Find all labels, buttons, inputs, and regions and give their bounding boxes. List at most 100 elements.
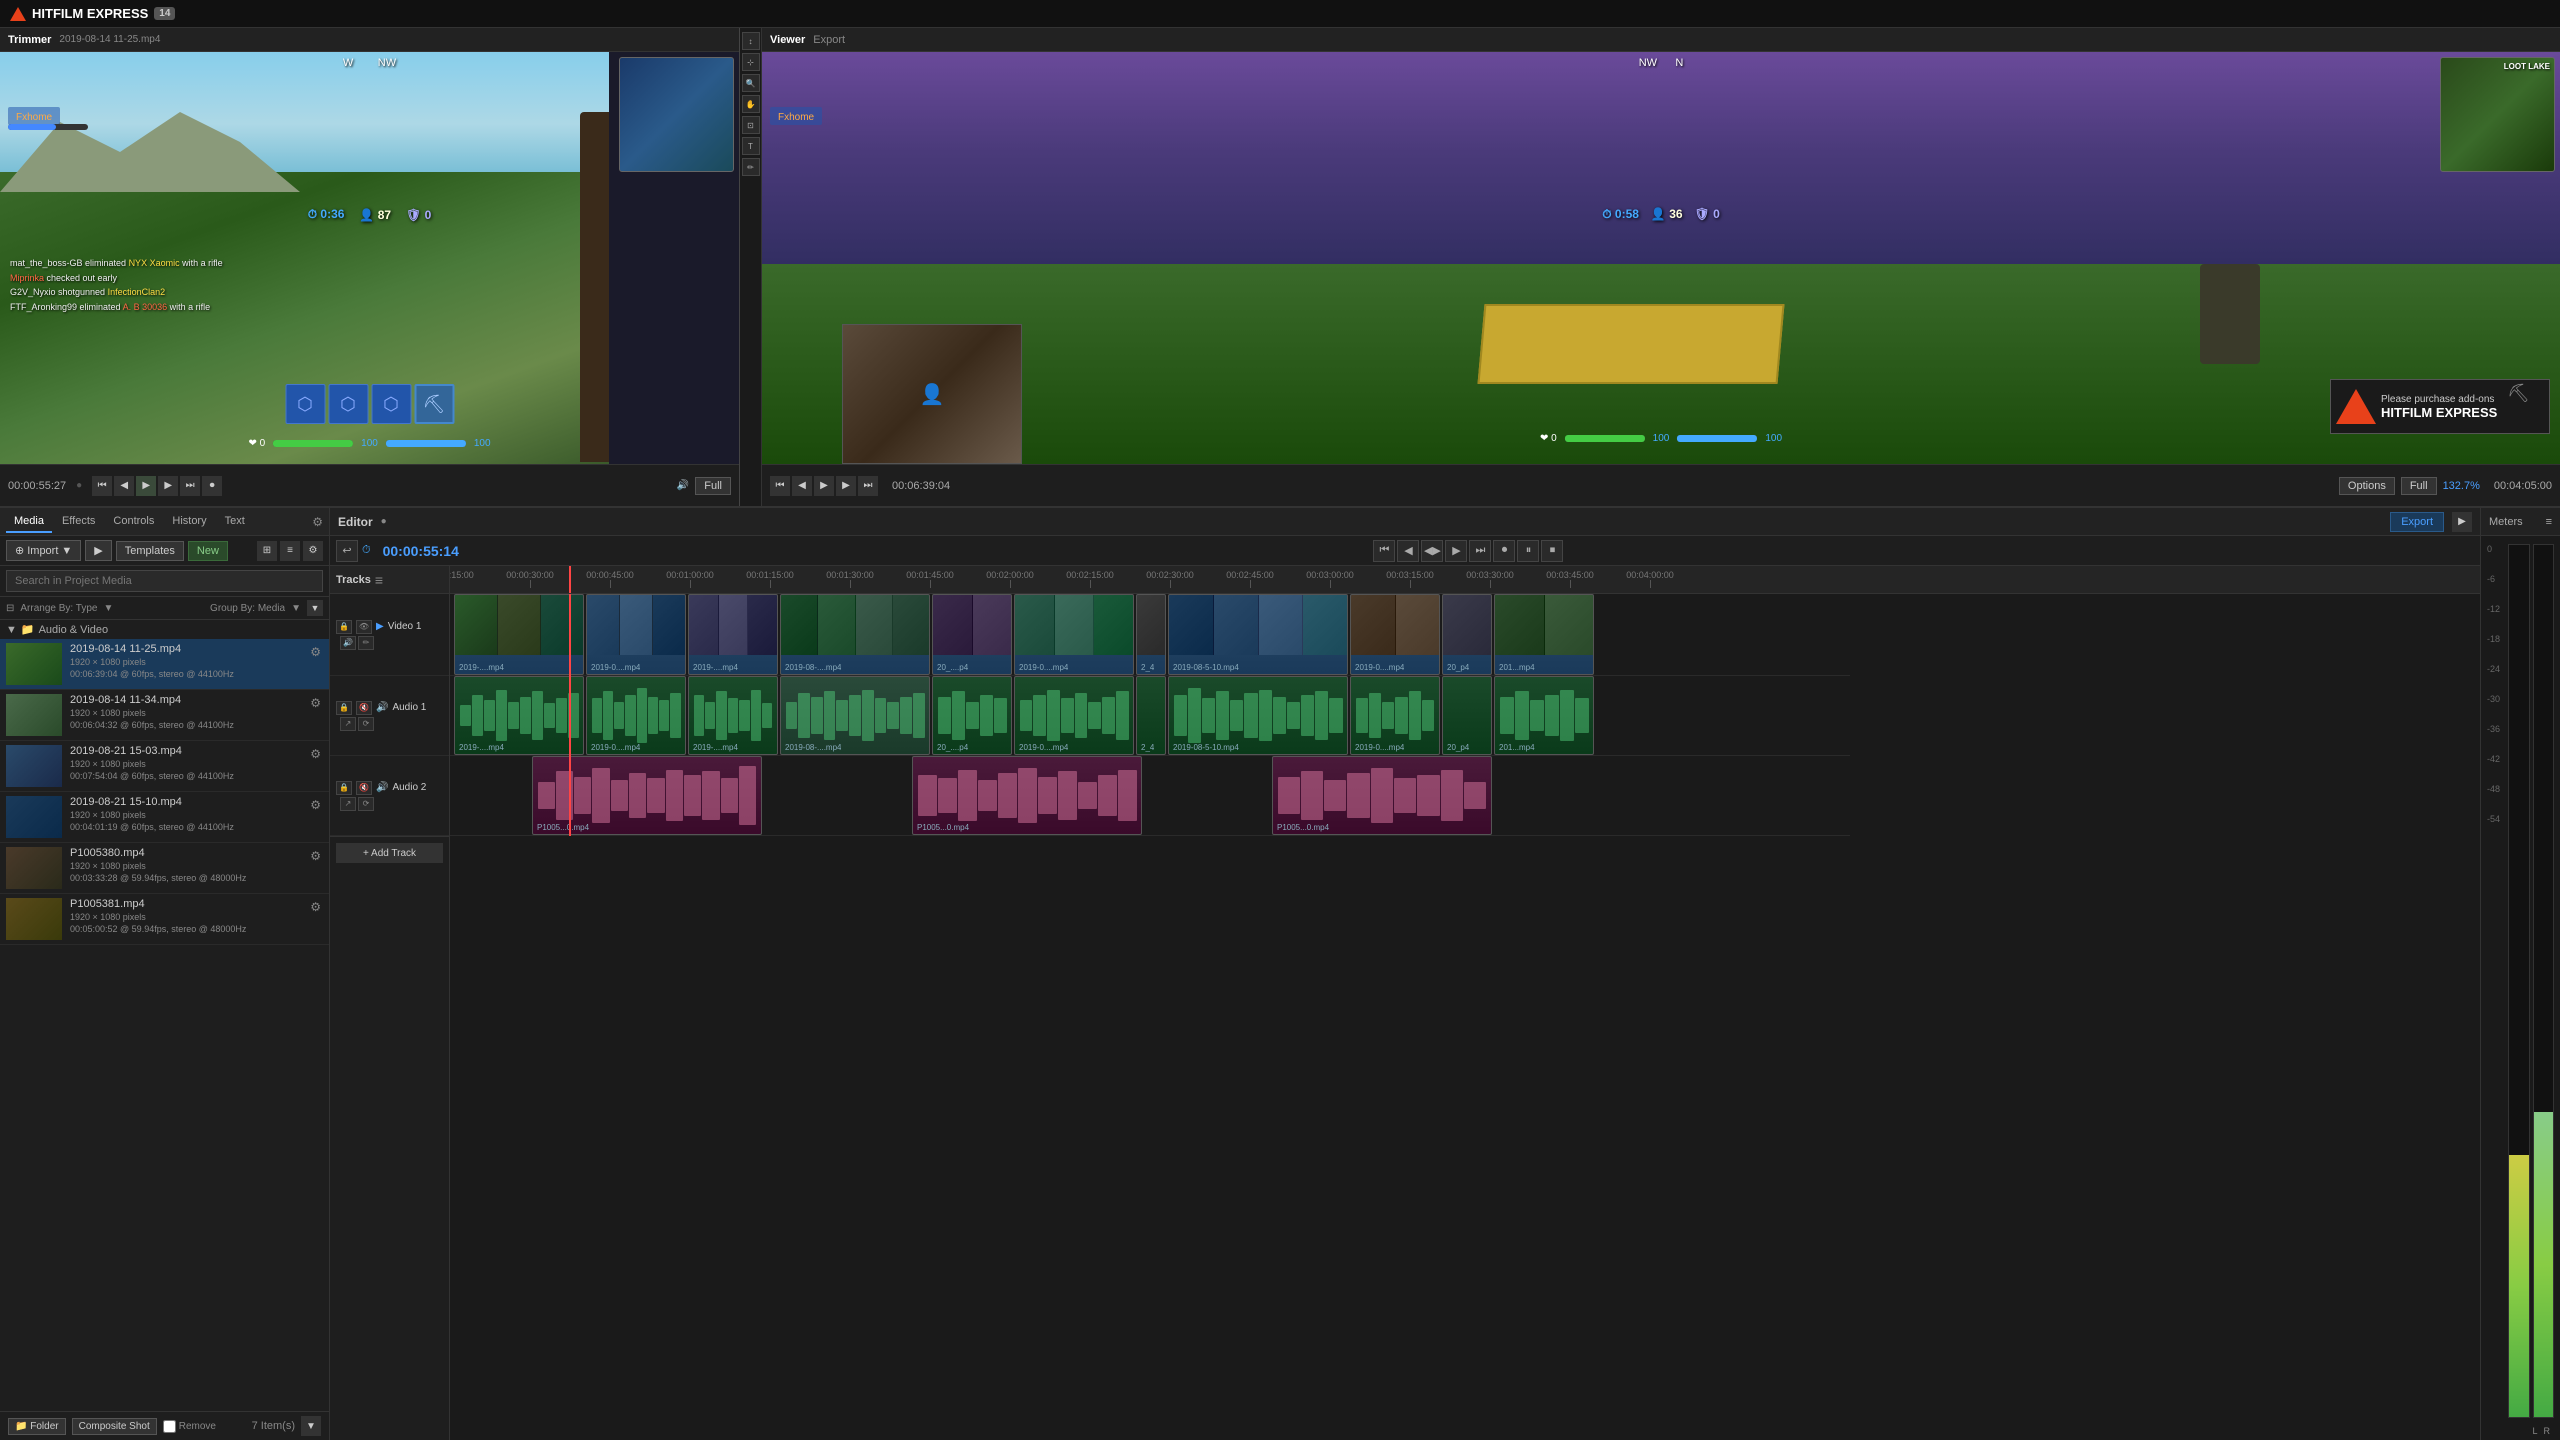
audio-clip-4[interactable]: 2019-08-....mp4 [780, 676, 930, 755]
media-item[interactable]: 2019-08-21 15-03.mp4 1920 × 1080 pixels … [0, 741, 329, 792]
video-clip-6[interactable]: 2019-0....mp4 [1014, 594, 1134, 675]
video-clip-3[interactable]: 2019-....mp4 [688, 594, 778, 675]
track-edit-btn[interactable]: ✏ [358, 636, 374, 650]
transport-btn-5[interactable]: ⏭ [1469, 540, 1491, 562]
viewer-next-btn[interactable]: ▶ [836, 476, 856, 496]
toolbar-select-btn[interactable]: ⊹ [742, 53, 760, 71]
folder-btn[interactable]: 📁 Folder [8, 1418, 66, 1435]
audio-clip-7[interactable]: 2_4 [1136, 676, 1166, 755]
video-clip-2[interactable]: 2019-0....mp4 [586, 594, 686, 675]
media-gear-icon[interactable]: ⚙ [308, 847, 323, 865]
media-item[interactable]: 2019-08-14 11-25.mp4 1920 × 1080 pixels … [0, 639, 329, 690]
remove-check[interactable] [163, 1420, 176, 1433]
undo-btn[interactable]: ↩ [336, 540, 358, 562]
audio2-clip-3[interactable]: P1005...0.mp4 [1272, 756, 1492, 835]
audio-fade-btn[interactable]: ↗ [340, 717, 356, 731]
transport-btn-7[interactable]: ⏸ [1517, 540, 1539, 562]
audio2-fade-btn[interactable]: ↗ [340, 797, 356, 811]
play-preview-btn[interactable]: ▶ [85, 540, 111, 561]
viewer-prev-btn[interactable]: ◀ [792, 476, 812, 496]
audio-clip-3[interactable]: 2019-....mp4 [688, 676, 778, 755]
audio-clip-6[interactable]: 2019-0....mp4 [1014, 676, 1134, 755]
meters-menu-icon[interactable]: ≡ [2546, 516, 2552, 528]
track-lock-audio-btn[interactable]: 🔒 [336, 701, 352, 715]
new-button[interactable]: New [188, 541, 228, 561]
media-gear-icon[interactable]: ⚙ [308, 694, 323, 712]
grid-view-btn[interactable]: ⊞ [257, 541, 277, 561]
transport-btn-2[interactable]: ◀ [1397, 540, 1419, 562]
toolbar-text-btn[interactable]: T [742, 137, 760, 155]
media-gear-icon[interactable]: ⚙ [308, 643, 323, 661]
transport-btn-1[interactable]: ⏮ [1373, 540, 1395, 562]
add-track-btn[interactable]: + Add Track [336, 843, 443, 863]
track-mute-audio2-btn[interactable]: 🔇 [356, 781, 372, 795]
track-lock-audio2-btn[interactable]: 🔒 [336, 781, 352, 795]
skip-end-btn[interactable]: ⏭ [180, 476, 200, 496]
audio-clip-5[interactable]: 20_....p4 [932, 676, 1012, 755]
video-clip-4[interactable]: 2019-08-....mp4 [780, 594, 930, 675]
editor-chevron-btn[interactable]: ▶ [2452, 512, 2472, 532]
tab-history[interactable]: History [164, 511, 214, 533]
export-tab[interactable]: Export [813, 34, 845, 46]
tab-controls[interactable]: Controls [105, 511, 162, 533]
import-button[interactable]: ⊕ Import ▼ [6, 540, 81, 561]
media-item[interactable]: P1005381.mp4 1920 × 1080 pixels 00:05:00… [0, 894, 329, 945]
video-clip-5[interactable]: 20_....p4 [932, 594, 1012, 675]
panel-settings-icon[interactable]: ⚙ [312, 515, 323, 529]
video-clip-10[interactable]: 20_p4 [1442, 594, 1492, 675]
toolbar-move-btn[interactable]: ↕ [742, 32, 760, 50]
transport-btn-6[interactable]: ⏺ [1493, 540, 1515, 562]
transport-btn-8[interactable]: ⏹ [1541, 540, 1563, 562]
record-btn[interactable]: ⏺ [202, 476, 222, 496]
zoom-dropdown-left[interactable]: Full [695, 477, 731, 495]
tab-media[interactable]: Media [6, 511, 52, 533]
video-clip-7[interactable]: 2_4 [1136, 594, 1166, 675]
media-category-audio-video[interactable]: ▼ 📁 Audio & Video [0, 620, 329, 639]
audio-clip-11[interactable]: 201...mp4 [1494, 676, 1594, 755]
tab-text[interactable]: Text [217, 511, 253, 533]
video-clip-9[interactable]: 2019-0....mp4 [1350, 594, 1440, 675]
settings-btn[interactable]: ⚙ [303, 541, 323, 561]
audio2-clip-2[interactable]: P1005...0.mp4 [912, 756, 1142, 835]
prev-frame-btn[interactable]: ◀ [114, 476, 134, 496]
media-item[interactable]: 2019-08-14 11-34.mp4 1920 × 1080 pixels … [0, 690, 329, 741]
audio2-clip-1[interactable]: P1005...0.mp4 [532, 756, 762, 835]
composite-shot-btn[interactable]: Composite Shot [72, 1418, 157, 1435]
track-lock-btn[interactable]: 🔒 [336, 620, 352, 634]
toolbar-hand-btn[interactable]: ✋ [742, 95, 760, 113]
tab-effects[interactable]: Effects [54, 511, 103, 533]
media-item[interactable]: 2019-08-21 15-10.mp4 1920 × 1080 pixels … [0, 792, 329, 843]
filter-btn[interactable]: ▼ [307, 600, 323, 616]
toolbar-pen-btn[interactable]: ✏ [742, 158, 760, 176]
transport-btn-3[interactable]: ◀▶ [1421, 540, 1443, 562]
next-frame-btn[interactable]: ▶ [158, 476, 178, 496]
viewer-skip-start-btn[interactable]: ⏮ [770, 476, 790, 496]
footer-chevron-btn[interactable]: ▼ [301, 1416, 321, 1436]
video-clip-11[interactable]: 201...mp4 [1494, 594, 1594, 675]
track-mute-btn[interactable]: 🔇 [356, 701, 372, 715]
toolbar-zoom-btn[interactable]: 🔍 [742, 74, 760, 92]
media-item[interactable]: P1005380.mp4 1920 × 1080 pixels 00:03:33… [0, 843, 329, 894]
viewer-play-btn[interactable]: ▶ [814, 476, 834, 496]
media-gear-icon[interactable]: ⚙ [308, 898, 323, 916]
audio-clip-8[interactable]: 2019-08-5-10.mp4 [1168, 676, 1348, 755]
track-audio-btn[interactable]: 🔊 [340, 636, 356, 650]
audio-clip-10[interactable]: 20_p4 [1442, 676, 1492, 755]
track-clips-area[interactable]: 2019-....mp4 2019-0....mp4 [450, 594, 2480, 1440]
search-input[interactable] [6, 570, 323, 592]
play-btn[interactable]: ▶ [136, 476, 156, 496]
export-button[interactable]: Export [2390, 512, 2444, 532]
transport-btn-4[interactable]: ▶ [1445, 540, 1467, 562]
toolbar-crop-btn[interactable]: ⊡ [742, 116, 760, 134]
trimmer-tab[interactable]: Trimmer [8, 34, 51, 46]
viewer-skip-end-btn[interactable]: ⏭ [858, 476, 878, 496]
skip-start-btn[interactable]: ⏮ [92, 476, 112, 496]
video-clip-8[interactable]: 2019-08-5-10.mp4 [1168, 594, 1348, 675]
zoom-dropdown-right[interactable]: Full [2401, 477, 2437, 495]
list-view-btn[interactable]: ≡ [280, 541, 300, 561]
media-gear-icon[interactable]: ⚙ [308, 796, 323, 814]
track-eye-btn[interactable]: 👁 [356, 620, 372, 634]
video-clip-1[interactable]: 2019-....mp4 [454, 594, 584, 675]
audio-sync-btn[interactable]: ⟳ [358, 717, 374, 731]
templates-button[interactable]: Templates [116, 541, 184, 561]
